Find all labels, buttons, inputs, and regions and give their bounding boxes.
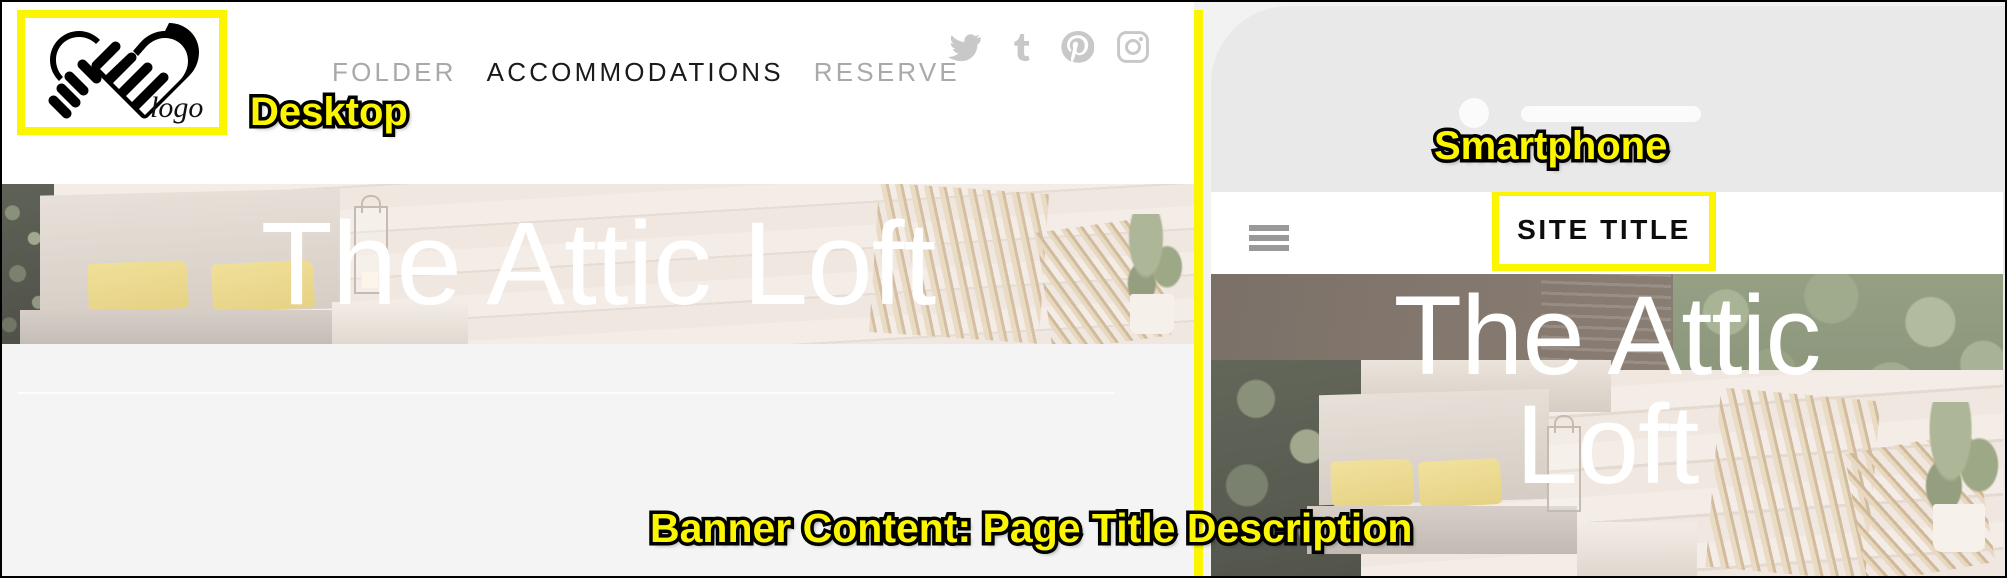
nav-item-folder[interactable]: FOLDER [332,57,457,88]
logo-highlight-box[interactable]: logo [17,10,227,135]
desktop-hero-image [2,184,1194,344]
hamburger-menu-icon[interactable] [1249,225,1289,251]
annotation-desktop-label: Desktop [247,87,412,138]
viewport-split-divider [1194,10,1203,576]
nav-item-accommodations[interactable]: ACCOMMODATIONS [487,57,784,88]
pinterest-icon[interactable] [1060,30,1094,64]
desktop-preview-pane: logo FOLDER ACCOMMODATIONS RESERVE The A… [2,2,1194,576]
instagram-icon[interactable] [1116,30,1150,64]
annotation-banner-content-label: Banner Content: Page Title Description [646,502,1415,555]
handshake-heart-logo-icon: logo [32,21,212,125]
site-title: SITE TITLE [1517,214,1691,245]
mobile-site-header: SITE TITLE [1211,192,2003,274]
earpiece-speaker-icon [1521,106,1701,122]
site-title-highlight-box[interactable]: SITE TITLE [1492,192,1716,271]
desktop-hero-banner: The Attic Loft [2,184,1194,344]
desktop-main-nav: FOLDER ACCOMMODATIONS RESERVE [332,57,960,88]
twitter-icon[interactable] [948,30,982,64]
smartphone-preview-pane: SITE TITLE The Attic Loft [1203,2,2005,576]
tumblr-icon[interactable] [1004,30,1038,64]
social-links [948,30,1150,64]
annotation-smartphone-label: Smartphone [1430,121,1670,172]
nav-item-reserve[interactable]: RESERVE [814,57,960,88]
desktop-site-header: logo FOLDER ACCOMMODATIONS RESERVE [2,2,1194,184]
screenshot-canvas: logo FOLDER ACCOMMODATIONS RESERVE The A… [0,0,2007,578]
logo-wordmark: logo [150,91,203,124]
content-divider [18,392,1114,394]
